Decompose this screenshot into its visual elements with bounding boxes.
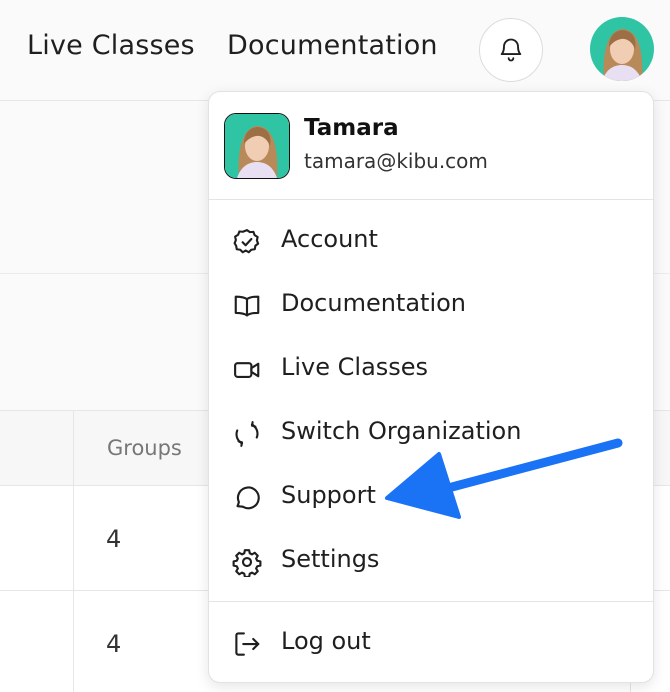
logout-icon: [235, 632, 260, 656]
user-dropdown-menu: Tamara tamara@kibu.com Account Documenta…: [208, 91, 654, 683]
video-camera-icon: [234, 362, 260, 378]
menu-item-label: Live Classes: [281, 353, 429, 381]
top-navigation-bar: Live Classes Documentation: [0, 0, 670, 101]
menu-item-label: Account: [281, 225, 378, 253]
groups-column-header: Groups: [107, 436, 182, 460]
menu-item-live-classes[interactable]: Live Classes: [209, 341, 653, 397]
avatar: [590, 17, 654, 81]
avatar: [225, 114, 289, 178]
chat-bubble-icon: [236, 486, 260, 510]
menu-item-log-out[interactable]: Log out: [209, 615, 653, 671]
nav-documentation-link[interactable]: Documentation: [227, 30, 438, 61]
menu-item-support[interactable]: Support: [209, 469, 653, 525]
avatar: [224, 113, 290, 179]
menu-divider: [209, 601, 653, 602]
gear-icon: [232, 549, 262, 577]
badge-check-icon: [233, 229, 260, 254]
refresh-icon: [235, 421, 259, 447]
menu-item-label: Settings: [281, 545, 380, 573]
menu-divider: [209, 199, 653, 200]
notifications-button[interactable]: [479, 18, 543, 82]
nav-live-classes-link[interactable]: Live Classes: [27, 30, 195, 61]
user-profile-header: Tamara tamara@kibu.com: [224, 113, 624, 183]
menu-item-account[interactable]: Account: [209, 213, 653, 269]
menu-item-label: Log out: [281, 627, 371, 655]
groups-cell: 4: [106, 630, 122, 658]
menu-item-switch-organization[interactable]: Switch Organization: [209, 405, 653, 461]
groups-cell: 4: [106, 525, 122, 553]
user-name: Tamara: [304, 115, 399, 141]
column-divider: [73, 411, 74, 692]
menu-item-documentation[interactable]: Documentation: [209, 277, 653, 333]
menu-item-label: Support: [281, 481, 376, 509]
menu-item-label: Switch Organization: [281, 417, 522, 445]
menu-item-label: Documentation: [281, 289, 467, 317]
book-open-icon: [234, 295, 260, 317]
user-avatar-button[interactable]: [590, 17, 654, 81]
menu-item-settings[interactable]: Settings: [209, 533, 653, 589]
bell-icon: [500, 38, 522, 62]
user-email: tamara@kibu.com: [304, 149, 488, 173]
